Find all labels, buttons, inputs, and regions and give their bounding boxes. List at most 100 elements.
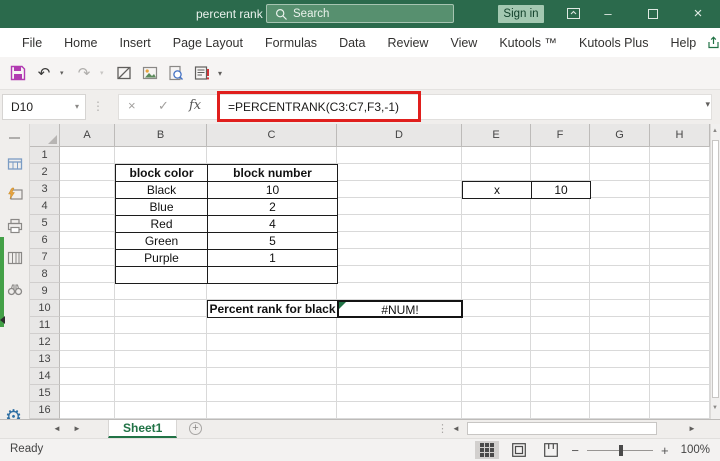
cell-b2[interactable]: block color [115,164,208,182]
row-header-10[interactable]: 10 [30,300,60,317]
row-header-16[interactable]: 16 [30,402,60,419]
column-header-e[interactable]: E [462,124,531,147]
binoculars-icon[interactable] [7,282,23,298]
zoom-slider[interactable] [586,444,653,456]
quick-pane-icon[interactable] [7,186,23,202]
sheet-nav-left-icon[interactable]: ◄ [53,424,61,433]
row-header-2[interactable]: 2 [30,164,60,181]
normal-view-button[interactable] [475,441,500,459]
row-header-5[interactable]: 5 [30,215,60,232]
cell-b7[interactable]: Purple [115,249,208,267]
column-list-icon[interactable] [7,250,23,266]
hscroll-drag-handle[interactable]: ⋮ [437,422,448,435]
vertical-scroll-thumb[interactable] [712,140,719,398]
tab-formulas[interactable]: Formulas [254,36,328,50]
print-preview-icon[interactable] [166,62,186,84]
spreadsheet-grid[interactable]: A B C D E F G H 1 2 3 4 5 6 7 8 9 10 11 12 13 14 15 16 block col… [30,124,710,419]
tab-kutools-plus[interactable]: Kutools Plus [568,36,659,50]
printer-icon[interactable] [7,218,23,234]
page-break-view-button[interactable] [539,441,563,459]
name-box[interactable]: D10 ▾ [2,94,86,120]
cell-d10[interactable]: #NUM! [337,300,463,318]
horizontal-scroll-thumb[interactable] [467,422,657,435]
minimize-button[interactable]: – [593,0,623,28]
cell-b8[interactable] [115,266,208,284]
cell-b6[interactable]: Green [115,232,208,250]
row-header-14[interactable]: 14 [30,368,60,385]
new-sheet-button[interactable]: + [189,422,202,435]
zoom-slider-thumb[interactable] [618,444,623,456]
formula-bar-drag-handle[interactable]: ⋮ [92,99,104,113]
column-header-f[interactable]: F [531,124,590,147]
row-header-6[interactable]: 6 [30,232,60,249]
cell-b5[interactable]: Red [115,215,208,233]
vertical-scrollbar[interactable]: ▲ ▼ [710,124,720,419]
row-header-11[interactable]: 11 [30,317,60,334]
row-header-1[interactable]: 1 [30,147,60,164]
sign-in-button[interactable]: Sign in [498,5,544,23]
save-icon[interactable] [8,62,28,84]
ribbon-display-options-icon[interactable] [558,0,588,28]
cancel-icon[interactable]: × [128,98,136,113]
qat-customize-icon[interactable]: ▾ [218,69,226,78]
hscroll-left-icon[interactable]: ◄ [452,424,460,433]
column-header-h[interactable]: H [650,124,710,147]
cell-c6[interactable]: 5 [207,232,338,250]
name-box-dropdown-icon[interactable]: ▾ [75,95,79,119]
draw-border-icon[interactable] [114,62,134,84]
undo-icon[interactable]: ↶ [34,62,54,84]
undo-dropdown-icon[interactable]: ▾ [60,69,68,77]
pane-active-indicator[interactable] [0,237,4,327]
hscroll-right-icon[interactable]: ► [688,424,696,433]
sheet-nav-right-icon[interactable]: ► [73,424,81,433]
zoom-in-icon[interactable]: + [661,443,669,458]
tab-page-layout[interactable]: Page Layout [162,36,254,50]
cell-c10[interactable]: Percent rank for black [207,300,338,318]
row-header-8[interactable]: 8 [30,266,60,283]
select-all-corner[interactable] [30,124,60,147]
tab-home[interactable]: Home [53,36,108,50]
row-header-3[interactable]: 3 [30,181,60,198]
cell-b4[interactable]: Blue [115,198,208,216]
picture-icon[interactable] [140,62,160,84]
tab-file[interactable]: File [11,36,53,50]
pane-collapse-handle[interactable] [9,137,20,139]
tab-review[interactable]: Review [376,36,439,50]
zoom-out-icon[interactable]: − [571,443,579,458]
row-header-9[interactable]: 9 [30,283,60,300]
search-box[interactable]: Search [266,4,454,23]
redo-dropdown-icon[interactable]: ▾ [100,69,108,77]
column-header-g[interactable]: G [590,124,650,147]
workbook-table-icon[interactable] [7,156,23,172]
cell-f3[interactable]: 10 [531,181,591,199]
column-header-d[interactable]: D [337,124,462,147]
cell-c7[interactable]: 1 [207,249,338,267]
cell-c5[interactable]: 4 [207,215,338,233]
row-header-7[interactable]: 7 [30,249,60,266]
cell-c3[interactable]: 10 [207,181,338,199]
cell-c8[interactable] [207,266,338,284]
column-header-a[interactable]: A [60,124,115,147]
share-button[interactable]: Share [707,36,720,50]
row-header-4[interactable]: 4 [30,198,60,215]
row-header-12[interactable]: 12 [30,334,60,351]
cell-c4[interactable]: 2 [207,198,338,216]
redo-icon[interactable]: ↷ [74,62,94,84]
tab-kutools[interactable]: Kutools ™ [488,36,568,50]
cell-c2[interactable]: block number [207,164,338,182]
cell-e3[interactable]: x [462,181,532,199]
tab-insert[interactable]: Insert [109,36,162,50]
row-header-15[interactable]: 15 [30,385,60,402]
scroll-up-icon[interactable]: ▲ [712,128,718,134]
close-button[interactable]: × [683,0,713,28]
zoom-level[interactable]: 100% [681,444,710,456]
tab-view[interactable]: View [439,36,488,50]
tab-help[interactable]: Help [660,36,708,50]
column-header-c[interactable]: C [207,124,337,147]
cell-b3[interactable]: Black [115,181,208,199]
row-header-13[interactable]: 13 [30,351,60,368]
maximize-button[interactable] [638,0,668,28]
pane-collapse-arrow-icon[interactable] [0,316,5,324]
tab-data[interactable]: Data [328,36,376,50]
column-header-b[interactable]: B [115,124,207,147]
